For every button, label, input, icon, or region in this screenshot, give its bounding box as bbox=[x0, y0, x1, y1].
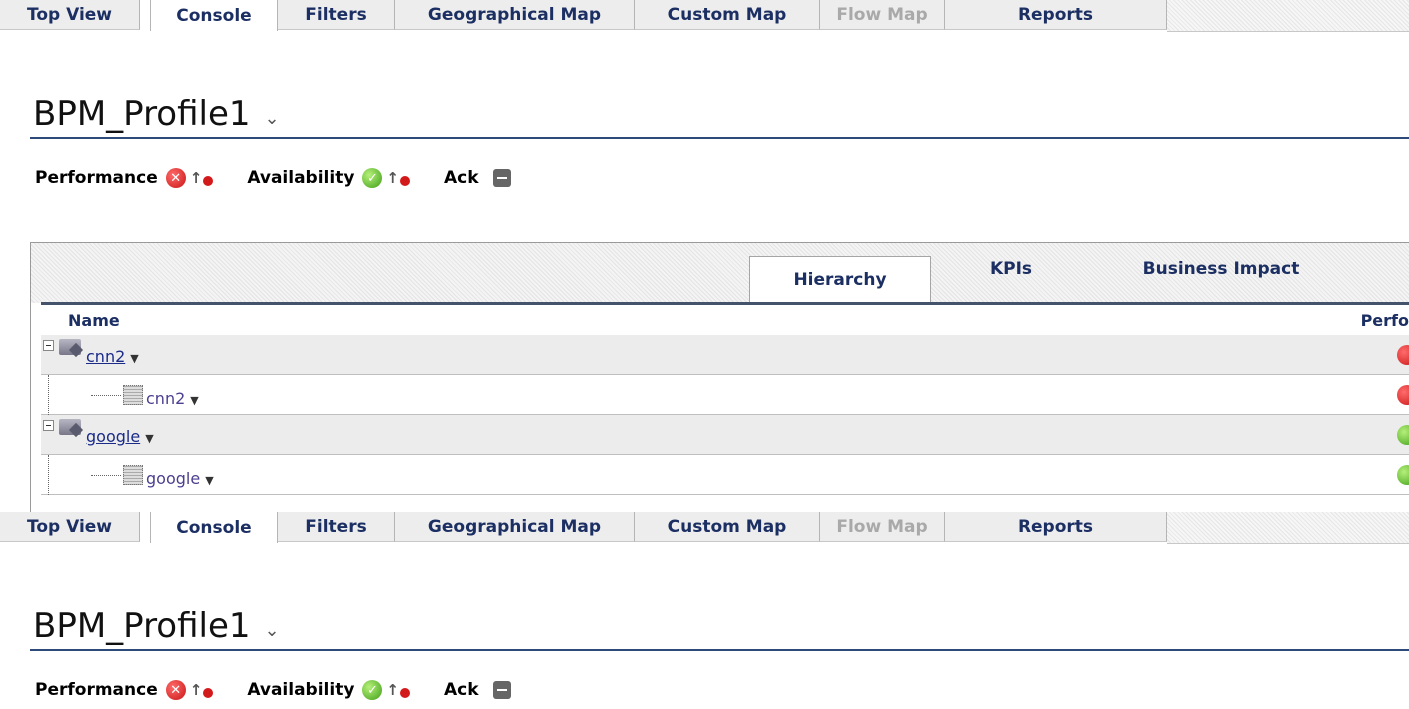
error-status-icon bbox=[1397, 385, 1409, 405]
trend-up-error-icon: ↑ bbox=[190, 681, 214, 699]
child-link[interactable]: cnn2 ▼ bbox=[146, 389, 199, 408]
ack-label: Ack bbox=[443, 168, 479, 188]
transaction-icon bbox=[123, 465, 143, 485]
tab-custom-map[interactable]: Custom Map bbox=[635, 0, 820, 30]
collapse-icon[interactable] bbox=[43, 420, 54, 431]
tree-line bbox=[48, 455, 49, 495]
group-link[interactable]: cnn2 ▼ bbox=[86, 347, 139, 366]
tab-geographical-map[interactable]: Geographical Map bbox=[395, 0, 635, 30]
tab-business-impact[interactable]: Business Impact bbox=[1111, 253, 1331, 285]
tab-flow-map: Flow Map bbox=[820, 0, 945, 30]
performance-status: Performance ✕ ↑ bbox=[35, 168, 214, 188]
ack-icon[interactable] bbox=[492, 169, 511, 187]
transaction-icon bbox=[123, 385, 143, 405]
tab-hierarchy[interactable]: Hierarchy bbox=[749, 256, 931, 303]
trend-up-error-icon: ↑ bbox=[190, 169, 214, 187]
child-link[interactable]: google ▼ bbox=[146, 469, 214, 488]
group-folder-icon bbox=[59, 419, 81, 435]
trend-up-error-icon: ↑ bbox=[386, 169, 410, 187]
performance-label: Performance bbox=[35, 680, 158, 700]
tree-line bbox=[48, 375, 49, 415]
tab-console[interactable]: Console bbox=[150, 512, 278, 543]
tab-filters[interactable]: Filters bbox=[278, 512, 395, 542]
table-row[interactable]: google ▼ bbox=[41, 415, 1409, 455]
status-summary: Performance ✕ ↑ Availability ✓ ↑ Ack bbox=[35, 680, 545, 700]
status-summary: Performance ✕ ↑ Availability ✓ ↑ Ack bbox=[35, 168, 545, 188]
tree-line bbox=[91, 475, 121, 476]
availability-label: Availability bbox=[247, 168, 355, 188]
console-view-repeat: Top View Console Filters Geographical Ma… bbox=[0, 512, 1409, 709]
ack-icon[interactable] bbox=[492, 681, 511, 699]
error-status-icon: ✕ bbox=[165, 168, 186, 188]
tab-reports[interactable]: Reports bbox=[945, 0, 1167, 30]
panel-divider bbox=[41, 302, 1409, 305]
group-folder-icon bbox=[59, 339, 81, 355]
title-dropdown-icon[interactable]: ⌄ bbox=[265, 108, 280, 129]
title-divider bbox=[30, 649, 1409, 651]
panel-tab-bar: Hierarchy KPIs Business Impact bbox=[31, 243, 1409, 303]
group-link[interactable]: google ▼ bbox=[86, 427, 154, 446]
ok-status-icon bbox=[1397, 425, 1409, 445]
tab-geographical-map[interactable]: Geographical Map bbox=[395, 512, 635, 542]
error-status-icon bbox=[1397, 345, 1409, 365]
availability-status: Availability ✓ ↑ bbox=[247, 680, 410, 700]
console-view: Top View Console Filters Geographical Ma… bbox=[0, 0, 1409, 512]
collapse-icon[interactable] bbox=[43, 340, 54, 351]
availability-label: Availability bbox=[247, 680, 355, 700]
profile-name: BPM_Profile1 bbox=[33, 606, 251, 646]
ack-status: Ack bbox=[444, 168, 511, 188]
tab-top-view[interactable]: Top View bbox=[0, 512, 140, 542]
hierarchy-panel: Hierarchy KPIs Business Impact Name Perf… bbox=[30, 242, 1409, 512]
table-row[interactable]: cnn2 ▼ bbox=[41, 335, 1409, 375]
ok-status-icon: ✓ bbox=[362, 168, 383, 188]
tab-kpis[interactable]: KPIs bbox=[961, 253, 1061, 285]
profile-name: BPM_Profile1 bbox=[33, 94, 251, 134]
trend-up-error-icon: ↑ bbox=[386, 681, 410, 699]
error-status-icon: ✕ bbox=[165, 680, 186, 700]
tab-bar-filler bbox=[1167, 512, 1409, 544]
title-dropdown-icon[interactable]: ⌄ bbox=[265, 620, 280, 641]
ack-status: Ack bbox=[444, 680, 511, 700]
column-name[interactable]: Name bbox=[68, 311, 120, 330]
tab-bar-filler bbox=[1167, 0, 1409, 32]
main-tab-bar: Top View Console Filters Geographical Ma… bbox=[0, 512, 1409, 544]
column-performance[interactable]: Perfo bbox=[1361, 311, 1409, 330]
table-row[interactable]: google ▼ bbox=[41, 455, 1409, 495]
tab-filters[interactable]: Filters bbox=[278, 0, 395, 30]
availability-status: Availability ✓ ↑ bbox=[247, 168, 410, 188]
table-row[interactable]: cnn2 ▼ bbox=[41, 375, 1409, 415]
ok-status-icon bbox=[1397, 465, 1409, 485]
tab-custom-map[interactable]: Custom Map bbox=[635, 512, 820, 542]
ack-label: Ack bbox=[443, 680, 479, 700]
tab-console[interactable]: Console bbox=[150, 0, 278, 31]
performance-status: Performance ✕ ↑ bbox=[35, 680, 214, 700]
page-title: BPM_Profile1 ⌄ bbox=[33, 94, 280, 134]
main-tab-bar: Top View Console Filters Geographical Ma… bbox=[0, 0, 1409, 32]
table-header: Name Perfo bbox=[41, 309, 1409, 333]
tab-reports[interactable]: Reports bbox=[945, 512, 1167, 542]
page-title: BPM_Profile1 ⌄ bbox=[33, 606, 280, 646]
performance-label: Performance bbox=[35, 168, 158, 188]
tab-flow-map: Flow Map bbox=[820, 512, 945, 542]
tree-line bbox=[91, 395, 121, 396]
ok-status-icon: ✓ bbox=[362, 680, 383, 700]
title-divider bbox=[30, 137, 1409, 139]
tab-top-view[interactable]: Top View bbox=[0, 0, 140, 30]
